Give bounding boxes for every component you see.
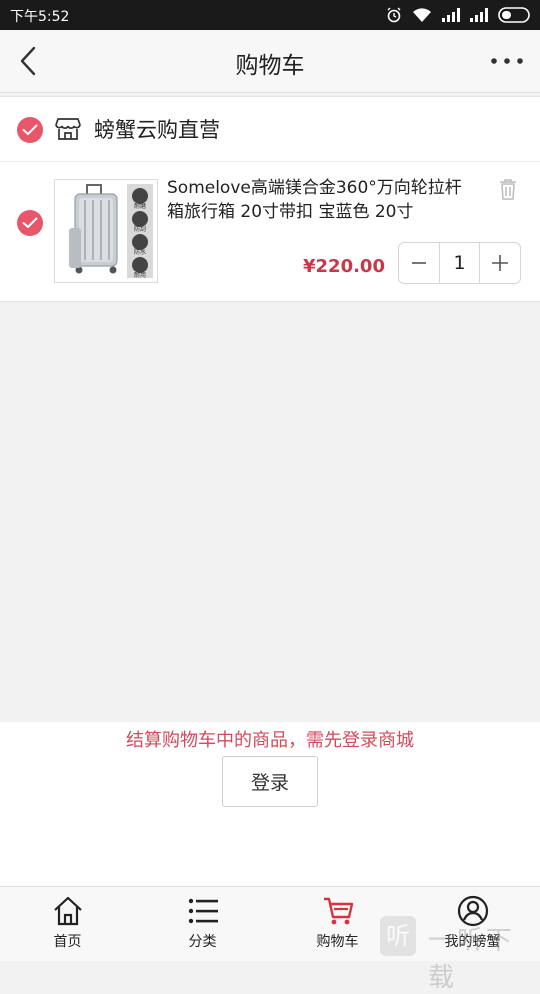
login-button[interactable]: 登录 xyxy=(222,756,318,807)
bottom-tab-bar: 首页 分类 购物车 我的螃蟹 xyxy=(0,886,540,961)
wifi-icon xyxy=(413,8,431,22)
thumb-tag-3: 防水 xyxy=(134,248,146,256)
tab-profile[interactable]: 我的螃蟹 xyxy=(405,887,540,961)
product-price: ¥220.00 xyxy=(303,256,385,277)
minus-icon xyxy=(412,262,426,264)
status-time: 下午5:52 xyxy=(10,9,70,25)
trash-icon[interactable] xyxy=(498,178,518,200)
page-title: 购物车 xyxy=(235,53,305,79)
thumb-tag-1: 耐磨 xyxy=(134,202,146,210)
cart-icon xyxy=(323,897,353,925)
increase-button[interactable] xyxy=(480,243,520,283)
tab-label: 购物车 xyxy=(316,934,359,950)
signal-icon-2 xyxy=(470,8,488,22)
list-icon xyxy=(188,898,218,924)
signal-icon xyxy=(442,8,460,22)
battery-icon xyxy=(498,7,530,23)
suitcase-image: 耐磨 防刮 防水 耐用 xyxy=(55,180,157,282)
product-thumbnail[interactable]: 耐磨 防刮 防水 耐用 xyxy=(54,179,158,283)
tab-cart[interactable]: 购物车 xyxy=(270,887,405,961)
thumb-tag-2: 防刮 xyxy=(134,225,146,233)
store-row: 螃蟹云购直营 xyxy=(0,97,540,162)
home-icon xyxy=(53,896,82,926)
more-options-icon[interactable] xyxy=(490,55,524,67)
checkmark-icon xyxy=(22,217,38,228)
cart-item: 耐磨 防刮 防水 耐用 Somelove高端镁合金360°万向轮拉杆箱旅行箱 2… xyxy=(0,162,540,300)
tab-label: 分类 xyxy=(188,934,217,950)
thumb-tag-4: 耐用 xyxy=(134,271,146,279)
login-prompt: 结算购物车中的商品，需先登录商城 登录 xyxy=(0,722,540,886)
item-select-checkbox[interactable] xyxy=(17,210,43,236)
tab-home[interactable]: 首页 xyxy=(0,887,135,961)
cart-store-card: 螃蟹云购直营 耐磨 防刮 防水 耐用 Somelove高端镁合金360°万向轮拉… xyxy=(0,96,540,302)
store-icon xyxy=(55,118,81,140)
tab-label: 我的螃蟹 xyxy=(444,934,501,950)
status-icons xyxy=(386,6,532,24)
store-name[interactable]: 螃蟹云购直营 xyxy=(94,114,220,144)
quantity-value[interactable]: 1 xyxy=(439,243,480,283)
plus-icon xyxy=(492,255,508,271)
alarm-icon xyxy=(387,7,401,23)
user-icon xyxy=(457,895,488,927)
login-message: 结算购物车中的商品，需先登录商城 xyxy=(126,730,414,751)
store-select-checkbox[interactable] xyxy=(17,117,43,143)
tab-label: 首页 xyxy=(53,934,82,950)
decrease-button[interactable] xyxy=(399,243,439,283)
tab-category[interactable]: 分类 xyxy=(135,887,270,961)
status-bar: 下午5:52 xyxy=(0,0,540,30)
app-header: 购物车 xyxy=(0,30,540,93)
product-title[interactable]: Somelove高端镁合金360°万向轮拉杆箱旅行箱 20寸带扣 宝蓝色 20寸 xyxy=(167,176,475,224)
checkmark-icon xyxy=(22,124,38,135)
quantity-stepper: 1 xyxy=(398,242,521,284)
